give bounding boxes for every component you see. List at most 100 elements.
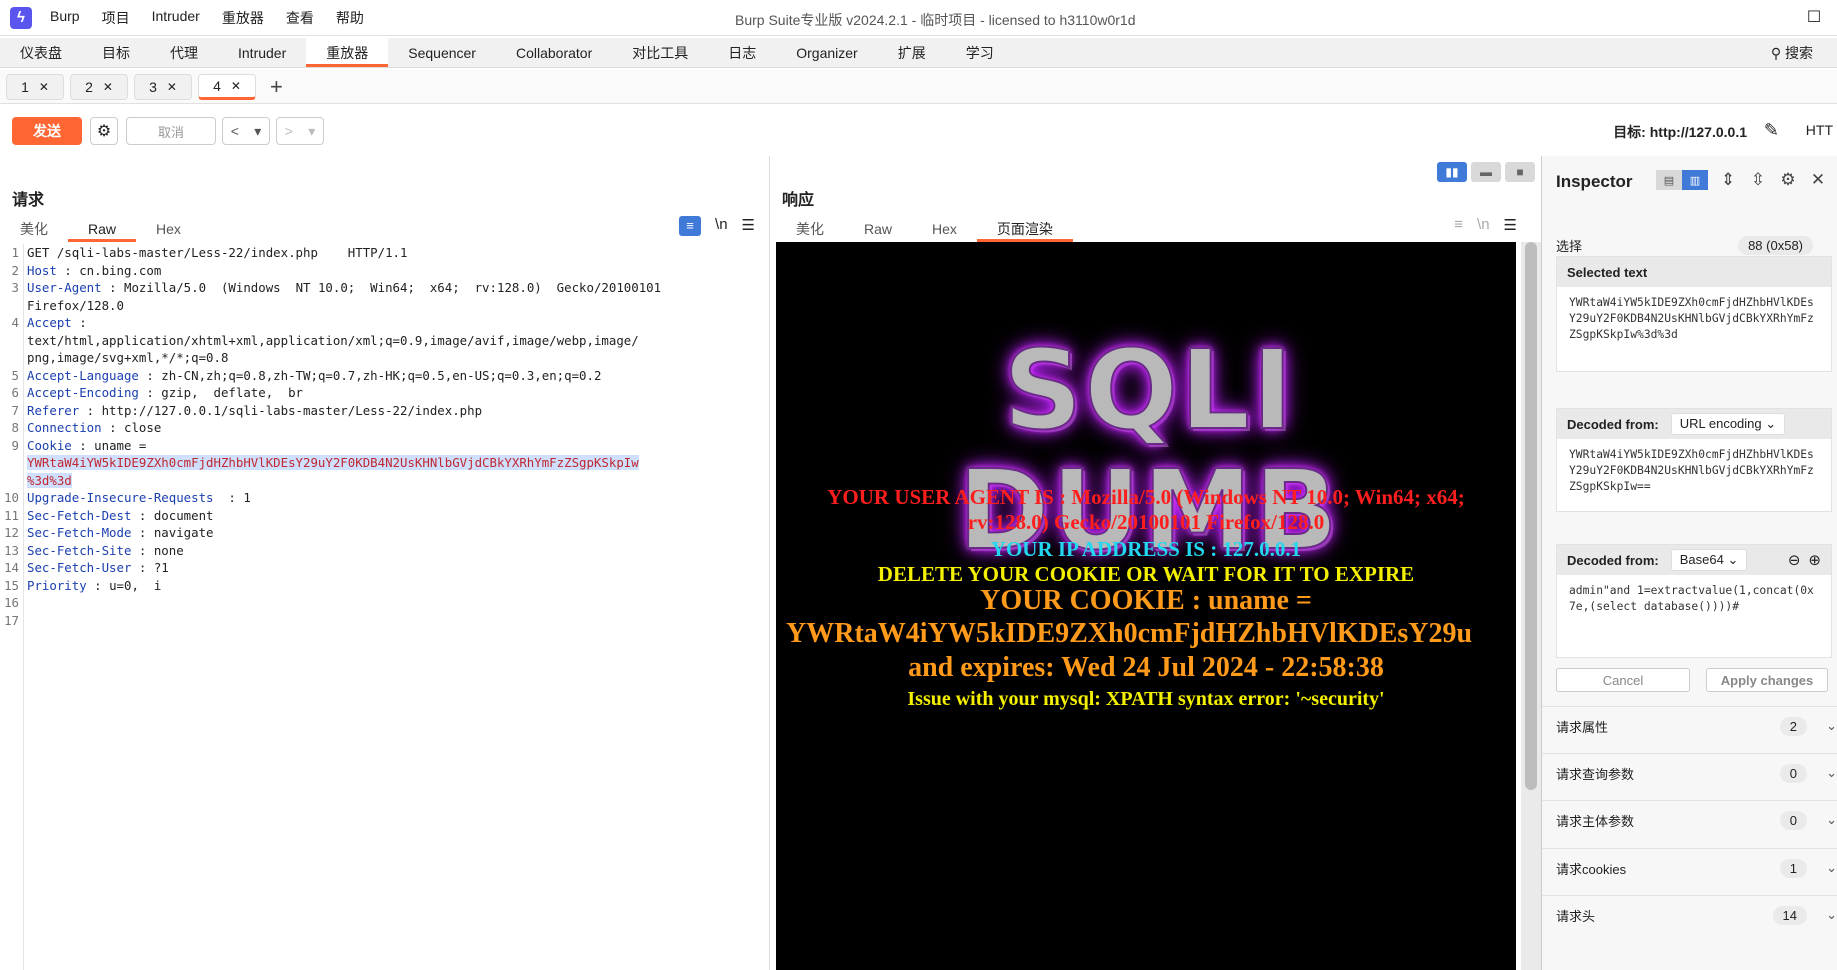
menu-icon[interactable]: ☰ [1504, 216, 1517, 234]
wrap-lines-icon[interactable]: ≡ [1454, 216, 1463, 234]
menu-repeater[interactable]: 重放器 [222, 8, 264, 28]
split-vertical-icon[interactable]: ▮▮ [1437, 162, 1467, 182]
single-view-icon[interactable]: ■ [1505, 162, 1535, 182]
maximize-icon[interactable]: ☐ [1791, 0, 1837, 36]
search-button[interactable]: ⚲ 搜索 [1771, 38, 1813, 68]
decoding-select[interactable]: Base64 ⌄ [1670, 549, 1748, 571]
inspector-cancel-button[interactable]: Cancel [1556, 668, 1690, 692]
tab-pretty[interactable]: 美化 [0, 216, 68, 242]
tab-hex[interactable]: Hex [912, 216, 977, 242]
menu-burp[interactable]: Burp [50, 8, 80, 28]
header-name: Sec-Fetch-Site [27, 542, 132, 558]
decoded-base64-value[interactable]: admin"and 1=extractvalue(1,concat(0x7e,(… [1557, 575, 1831, 623]
request-code[interactable]: GET /sqli-labs-master/Less-22/index.php … [27, 244, 747, 629]
code-line[interactable]: User-Agent : Mozilla/5.0 (Windows NT 10.… [27, 279, 747, 297]
code-line[interactable]: GET /sqli-labs-master/Less-22/index.php … [27, 244, 747, 262]
remove-decode-icon[interactable]: ⊖ [1788, 551, 1801, 569]
tab-raw[interactable]: Raw [844, 216, 912, 242]
forward-button[interactable]: > ▾ [276, 117, 324, 145]
code-line[interactable]: Host : cn.bing.com [27, 262, 747, 280]
close-icon[interactable]: ✕ [167, 80, 177, 94]
code-line[interactable]: Referer : http://127.0.0.1/sqli-labs-mas… [27, 402, 747, 420]
collapse-all-icon[interactable]: ⇳ [1748, 170, 1768, 190]
add-tab-icon[interactable]: + [270, 74, 283, 100]
code-line[interactable]: Sec-Fetch-Dest : document [27, 507, 747, 525]
menu-project[interactable]: 项目 [102, 8, 130, 28]
tab-raw[interactable]: Raw [68, 216, 137, 242]
back-button[interactable]: < ▾ [222, 117, 270, 145]
wrap-lines-icon[interactable]: ≡ [679, 216, 702, 236]
tab-sequencer[interactable]: Sequencer [388, 38, 496, 67]
code-line[interactable]: Upgrade-Insecure-Requests : 1 [27, 489, 747, 507]
code-line[interactable]: Sec-Fetch-Site : none [27, 542, 747, 560]
close-icon[interactable]: ✕ [39, 80, 49, 94]
section-headers[interactable]: 请求头 14 ⌄ [1542, 895, 1837, 935]
response-scrollbar[interactable] [1521, 242, 1541, 970]
decoded-url-value[interactable]: YWRtaW4iYW5kIDE9ZXh0cmFjdHZhbHVlKDEsY29u… [1557, 439, 1831, 503]
send-button[interactable]: 发送 [12, 117, 82, 145]
add-decode-icon[interactable]: ⊕ [1808, 551, 1821, 569]
settings-gear-icon[interactable]: ⚙ [90, 117, 118, 145]
menu-intruder[interactable]: Intruder [152, 8, 200, 28]
scrollbar-thumb[interactable] [1525, 242, 1537, 790]
gear-icon[interactable]: ⚙ [1778, 170, 1798, 190]
tab-learn[interactable]: 学习 [946, 38, 1014, 67]
tab-pretty[interactable]: 美化 [776, 216, 844, 242]
menu-view[interactable]: 查看 [286, 8, 314, 28]
code-line[interactable]: Accept-Language : zh-CN,zh;q=0.8,zh-TW;q… [27, 367, 747, 385]
tab-repeater[interactable]: 重放器 [306, 38, 389, 67]
tab-organizer[interactable]: Organizer [776, 38, 877, 67]
code-line[interactable]: %3d%3d [27, 472, 747, 490]
code-line[interactable]: Accept : [27, 314, 747, 332]
tab-render[interactable]: 页面渲染 [976, 216, 1073, 242]
menu-bar: Burp 项目 Intruder 重放器 查看 帮助 [50, 8, 386, 28]
close-icon[interactable]: ✕ [1808, 170, 1828, 190]
section-body-params[interactable]: 请求主体参数 0 ⌄ [1542, 800, 1837, 840]
code-line[interactable] [27, 612, 747, 630]
cancel-button[interactable]: 取消 [126, 117, 216, 145]
close-icon[interactable]: ✕ [231, 79, 241, 93]
code-line[interactable]: text/html,application/xhtml+xml,applicat… [27, 332, 747, 350]
layout-left-icon[interactable]: ▤ [1656, 170, 1682, 190]
apply-changes-button[interactable]: Apply changes [1706, 668, 1828, 692]
selected-text-value[interactable]: YWRtaW4iYW5kIDE9ZXh0cmFjdHZhbHVlKDEsY29u… [1557, 287, 1831, 351]
tab-extensions[interactable]: 扩展 [878, 38, 946, 67]
menu-help[interactable]: 帮助 [336, 8, 364, 28]
tab-collaborator[interactable]: Collaborator [496, 38, 612, 67]
section-request-attributes[interactable]: 请求属性 2 ⌄ [1542, 706, 1837, 746]
close-icon[interactable]: ✕ [103, 80, 113, 94]
expand-all-icon[interactable]: ⇕ [1718, 170, 1738, 190]
decoding-select[interactable]: URL encoding ⌄ [1670, 413, 1786, 435]
code-line[interactable]: png,image/svg+xml,*/*;q=0.8 [27, 349, 747, 367]
tab-intruder[interactable]: Intruder [218, 38, 306, 67]
section-cookies[interactable]: 请求cookies 1 ⌄ [1542, 848, 1837, 888]
code-line[interactable]: Connection : close [27, 419, 747, 437]
code-line[interactable] [27, 594, 747, 612]
code-line[interactable]: Priority : u=0, i [27, 577, 747, 595]
section-query-params[interactable]: 请求查询参数 0 ⌄ [1542, 753, 1837, 793]
tab-hex[interactable]: Hex [136, 216, 201, 242]
tab-proxy[interactable]: 代理 [150, 38, 218, 67]
newline-toggle-icon[interactable]: \n [715, 216, 728, 236]
tab-comparer[interactable]: 对比工具 [612, 38, 708, 67]
section-count: 1 [1779, 859, 1807, 878]
tab-logger[interactable]: 日志 [708, 38, 776, 67]
tab-target[interactable]: 目标 [82, 38, 150, 67]
code-line[interactable]: Accept-Encoding : gzip, deflate, br [27, 384, 747, 402]
menu-icon[interactable]: ☰ [742, 216, 755, 236]
repeater-tab-3[interactable]: 3 ✕ [134, 73, 192, 100]
code-line[interactable]: Cookie : uname = [27, 437, 747, 455]
code-line[interactable]: YWRtaW4iYW5kIDE9ZXh0cmFjdHZhbHVlKDEsY29u… [27, 454, 747, 472]
edit-pencil-icon[interactable]: ✎ [1764, 120, 1779, 141]
newline-toggle-icon[interactable]: \n [1477, 216, 1490, 234]
layout-right-icon[interactable]: ▥ [1682, 170, 1708, 190]
split-horizontal-icon[interactable]: ▬ [1471, 162, 1501, 182]
code-line[interactable]: Sec-Fetch-Mode : navigate [27, 524, 747, 542]
request-editor[interactable]: 123 4 56789 10 11 12 13 14 15 16 17 GET /sqli-l… [0, 244, 770, 970]
tab-dashboard[interactable]: 仪表盘 [0, 38, 82, 67]
repeater-tab-1[interactable]: 1 ✕ [6, 73, 64, 100]
code-line[interactable]: Firefox/128.0 [27, 297, 747, 315]
repeater-tab-4[interactable]: 4 ✕ [198, 73, 256, 100]
repeater-tab-2[interactable]: 2 ✕ [70, 73, 128, 100]
code-line[interactable]: Sec-Fetch-User : ?1 [27, 559, 747, 577]
